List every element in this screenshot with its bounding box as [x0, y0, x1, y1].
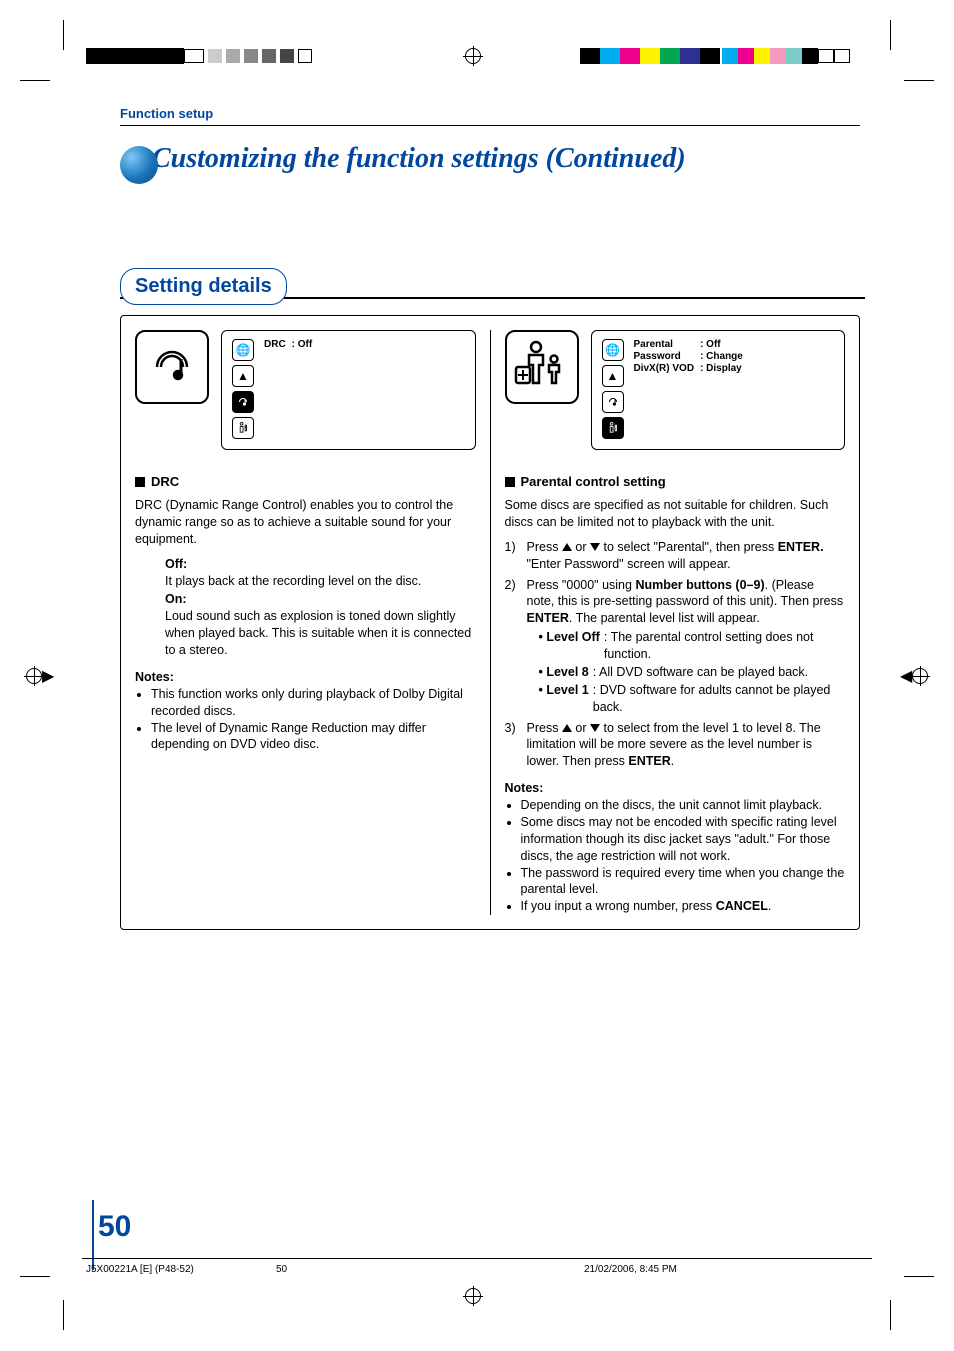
left-note-0: This function works only during playback…: [151, 686, 476, 720]
printer-marks-top: [0, 48, 954, 68]
left-column: 🌐 ▲ DRC : Off: [135, 330, 476, 915]
mini-audio-icon: [232, 391, 254, 413]
step-3: Press or to select from the level 1 to l…: [505, 720, 846, 771]
drc-body: DRC (Dynamic Range Control) enables you …: [135, 497, 476, 753]
left-note-1: The level of Dynamic Range Reduction may…: [151, 720, 476, 754]
setting-details-heading: Setting details: [120, 268, 860, 305]
footer-center-pg: 50: [276, 1264, 287, 1275]
mini-audio-icon-r: [602, 391, 624, 413]
down-arrow-icon-2: [590, 724, 600, 732]
parental-icon: [505, 330, 579, 404]
page-number: 50: [98, 1210, 131, 1244]
up-arrow-icon-2: [562, 724, 572, 732]
title-row: Customizing the function settings (Conti…: [120, 140, 860, 178]
osd-audio-value: : Off: [292, 339, 319, 351]
parental-heading: Parental control setting: [505, 474, 846, 489]
page-title: Customizing the function settings (Conti…: [152, 143, 686, 175]
mini-lang-icon-r: 🌐: [602, 339, 624, 361]
step-2: Press "0000" using Number buttons (0–9).…: [505, 577, 846, 716]
osd-parental-l2: DivX(R) VOD: [634, 363, 701, 375]
settings-columns: 🌐 ▲ DRC : Off: [120, 315, 860, 930]
audio-icon: [135, 330, 209, 404]
right-note-1: Some discs may not be encoded with speci…: [521, 814, 846, 865]
osd-audio-label: DRC: [264, 339, 292, 351]
osd-row-parental: 🌐 ▲ Parental: Off: [505, 330, 846, 450]
mini-lang-icon: 🌐: [232, 339, 254, 361]
mini-parental-icon-r: [602, 417, 624, 439]
footer-line: [82, 1258, 872, 1259]
section-label: Function setup: [120, 106, 860, 126]
osd-row-audio: 🌐 ▲ DRC : Off: [135, 330, 476, 450]
right-note-cancel: If you input a wrong number, press CANCE…: [521, 898, 846, 915]
mini-picture-icon-r: ▲: [602, 365, 624, 387]
content-area: Function setup Customizing the function …: [120, 106, 860, 930]
step-1: Press or to select "Parental", then pres…: [505, 539, 846, 573]
right-note-2: The password is required every time when…: [521, 865, 846, 899]
footer-doc-ref: J5X00221A [E] (P48-52): [86, 1264, 194, 1275]
up-arrow-icon: [562, 543, 572, 551]
footer-timestamp: 21/02/2006, 8:45 PM: [584, 1264, 677, 1275]
right-column: 🌐 ▲ Parental: Off: [505, 330, 846, 915]
page: ▶ ◀ Function setup Customizing the funct…: [0, 0, 954, 1351]
mini-parental-icon: [232, 417, 254, 439]
drc-heading: DRC: [135, 474, 476, 489]
osd-audio-box: 🌐 ▲ DRC : Off: [221, 330, 476, 450]
osd-parental-l0: Parental: [634, 339, 701, 351]
down-arrow-icon: [590, 543, 600, 551]
page-number-bar: [92, 1200, 94, 1270]
osd-parental-box: 🌐 ▲ Parental: Off: [591, 330, 846, 450]
osd-parental-l1: Password: [634, 351, 701, 363]
mini-picture-icon: ▲: [232, 365, 254, 387]
parental-body: Some discs are specified as not suitable…: [505, 497, 846, 915]
right-note-0: Depending on the discs, the unit cannot …: [521, 797, 846, 814]
column-divider: [490, 330, 491, 915]
title-sphere-icon: [120, 146, 158, 184]
